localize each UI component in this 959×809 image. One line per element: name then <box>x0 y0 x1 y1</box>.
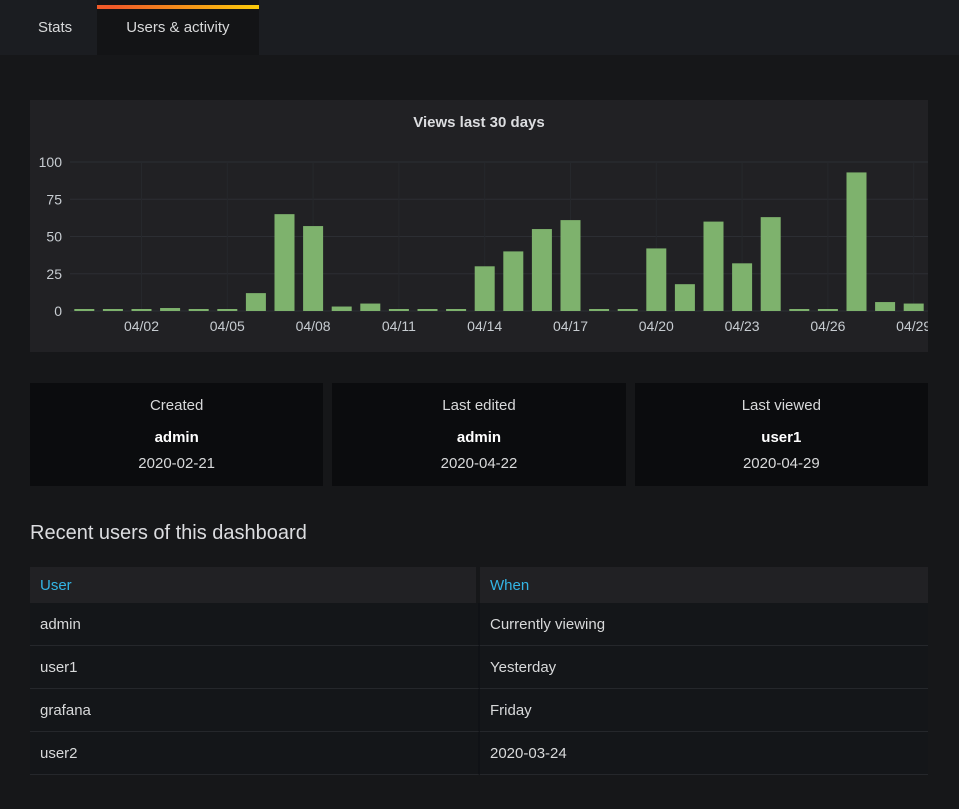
bar-04/13 <box>446 309 466 311</box>
tab-users-activity[interactable]: Users & activity <box>97 0 258 55</box>
cell-user: user2 <box>30 732 480 775</box>
bar-04/15 <box>503 251 523 311</box>
tab-users-activity-label: Users & activity <box>126 19 229 36</box>
stat-created-user: admin <box>30 429 323 446</box>
views-bar-chart: 0 25 50 75 100 04/02 04/05 04/08 04/11 04/14 04/17… <box>30 140 928 352</box>
table-row: user1Yesterday <box>30 646 928 689</box>
views-chart-panel: Views last 30 days 025507510004/0204/050… <box>30 100 928 352</box>
bar-04/12 <box>418 309 438 311</box>
x-tick-label: 04/14 <box>467 318 502 334</box>
stat-last-viewed-user: user1 <box>635 429 928 446</box>
x-tick-label: 04/11 <box>382 318 416 334</box>
y-tick-label: 0 <box>54 303 62 319</box>
stat-created-label: Created <box>30 397 323 414</box>
table-row: user22020-03-24 <box>30 732 928 775</box>
active-tab-indicator <box>97 5 258 9</box>
bar-04/18 <box>589 309 609 311</box>
x-tick-label: 04/26 <box>810 318 845 334</box>
recent-users-table: User When adminCurrently viewinguser1Yes… <box>30 567 928 775</box>
tab-bar: Stats Users & activity <box>0 0 959 55</box>
y-tick-label: 100 <box>39 154 63 170</box>
stat-created-date: 2020-02-21 <box>30 455 323 472</box>
cell-user: grafana <box>30 689 480 732</box>
bar-04/06 <box>246 293 266 311</box>
x-tick-label: 04/23 <box>725 318 760 334</box>
bar-04/27 <box>847 172 867 311</box>
table-row: grafanaFriday <box>30 689 928 732</box>
cell-when: Currently viewing <box>480 603 928 646</box>
bar-03/31 <box>74 309 94 311</box>
bar-04/19 <box>618 309 638 311</box>
stat-last-viewed: Last viewed user1 2020-04-29 <box>635 383 928 486</box>
x-tick-label: 04/05 <box>210 318 245 334</box>
tab-stats-label: Stats <box>38 19 72 36</box>
x-tick-label: 04/02 <box>124 318 159 334</box>
bar-04/02 <box>132 309 152 311</box>
cell-user: user1 <box>30 646 480 689</box>
bar-04/08 <box>303 226 323 311</box>
y-tick-label: 50 <box>46 229 62 245</box>
bar-04/28 <box>875 302 895 311</box>
bar-04/21 <box>675 284 695 311</box>
x-tick-label: 04/20 <box>639 318 674 334</box>
stat-last-viewed-date: 2020-04-29 <box>635 455 928 472</box>
stat-last-viewed-label: Last viewed <box>635 397 928 414</box>
bar-04/04 <box>189 309 209 311</box>
x-tick-label: 04/08 <box>296 318 331 334</box>
bar-04/20 <box>646 248 666 311</box>
cell-user: admin <box>30 603 480 646</box>
y-tick-label: 75 <box>46 191 62 207</box>
column-header-user[interactable]: User <box>30 567 480 603</box>
x-tick-label: 04/17 <box>553 318 588 334</box>
y-tick-label: 25 <box>46 266 62 282</box>
bar-04/25 <box>789 309 809 311</box>
bar-04/24 <box>761 217 781 311</box>
stat-last-edited-label: Last edited <box>332 397 625 414</box>
bar-04/14 <box>475 266 495 311</box>
x-tick-label: 04/29 <box>896 318 928 334</box>
bar-04/16 <box>532 229 552 311</box>
bar-04/03 <box>160 308 180 311</box>
stat-last-edited-user: admin <box>332 429 625 446</box>
table-header-row: User When <box>30 567 928 603</box>
chart-title: Views last 30 days <box>30 100 928 140</box>
bar-04/23 <box>732 263 752 311</box>
cell-when: Yesterday <box>480 646 928 689</box>
stats-row: Created admin 2020-02-21 Last edited adm… <box>30 383 928 486</box>
cell-when: 2020-03-24 <box>480 732 928 775</box>
bar-04/17 <box>561 220 581 311</box>
recent-users-heading: Recent users of this dashboard <box>30 522 928 545</box>
stat-created: Created admin 2020-02-21 <box>30 383 323 486</box>
bar-04/26 <box>818 309 838 311</box>
column-header-when[interactable]: When <box>480 567 928 603</box>
bar-04/01 <box>103 309 123 311</box>
dashboard-insights-content: Views last 30 days 025507510004/0204/050… <box>0 55 959 775</box>
table-row: adminCurrently viewing <box>30 603 928 646</box>
bar-04/10 <box>360 304 380 311</box>
bar-04/29 <box>904 304 924 311</box>
bar-04/07 <box>275 214 295 311</box>
tab-stats[interactable]: Stats <box>13 0 97 55</box>
stat-last-edited-date: 2020-04-22 <box>332 455 625 472</box>
stat-last-edited: Last edited admin 2020-04-22 <box>332 383 625 486</box>
bar-04/22 <box>704 222 724 311</box>
bar-04/09 <box>332 307 352 311</box>
bar-04/11 <box>389 309 409 311</box>
cell-when: Friday <box>480 689 928 732</box>
bar-04/05 <box>217 309 237 311</box>
